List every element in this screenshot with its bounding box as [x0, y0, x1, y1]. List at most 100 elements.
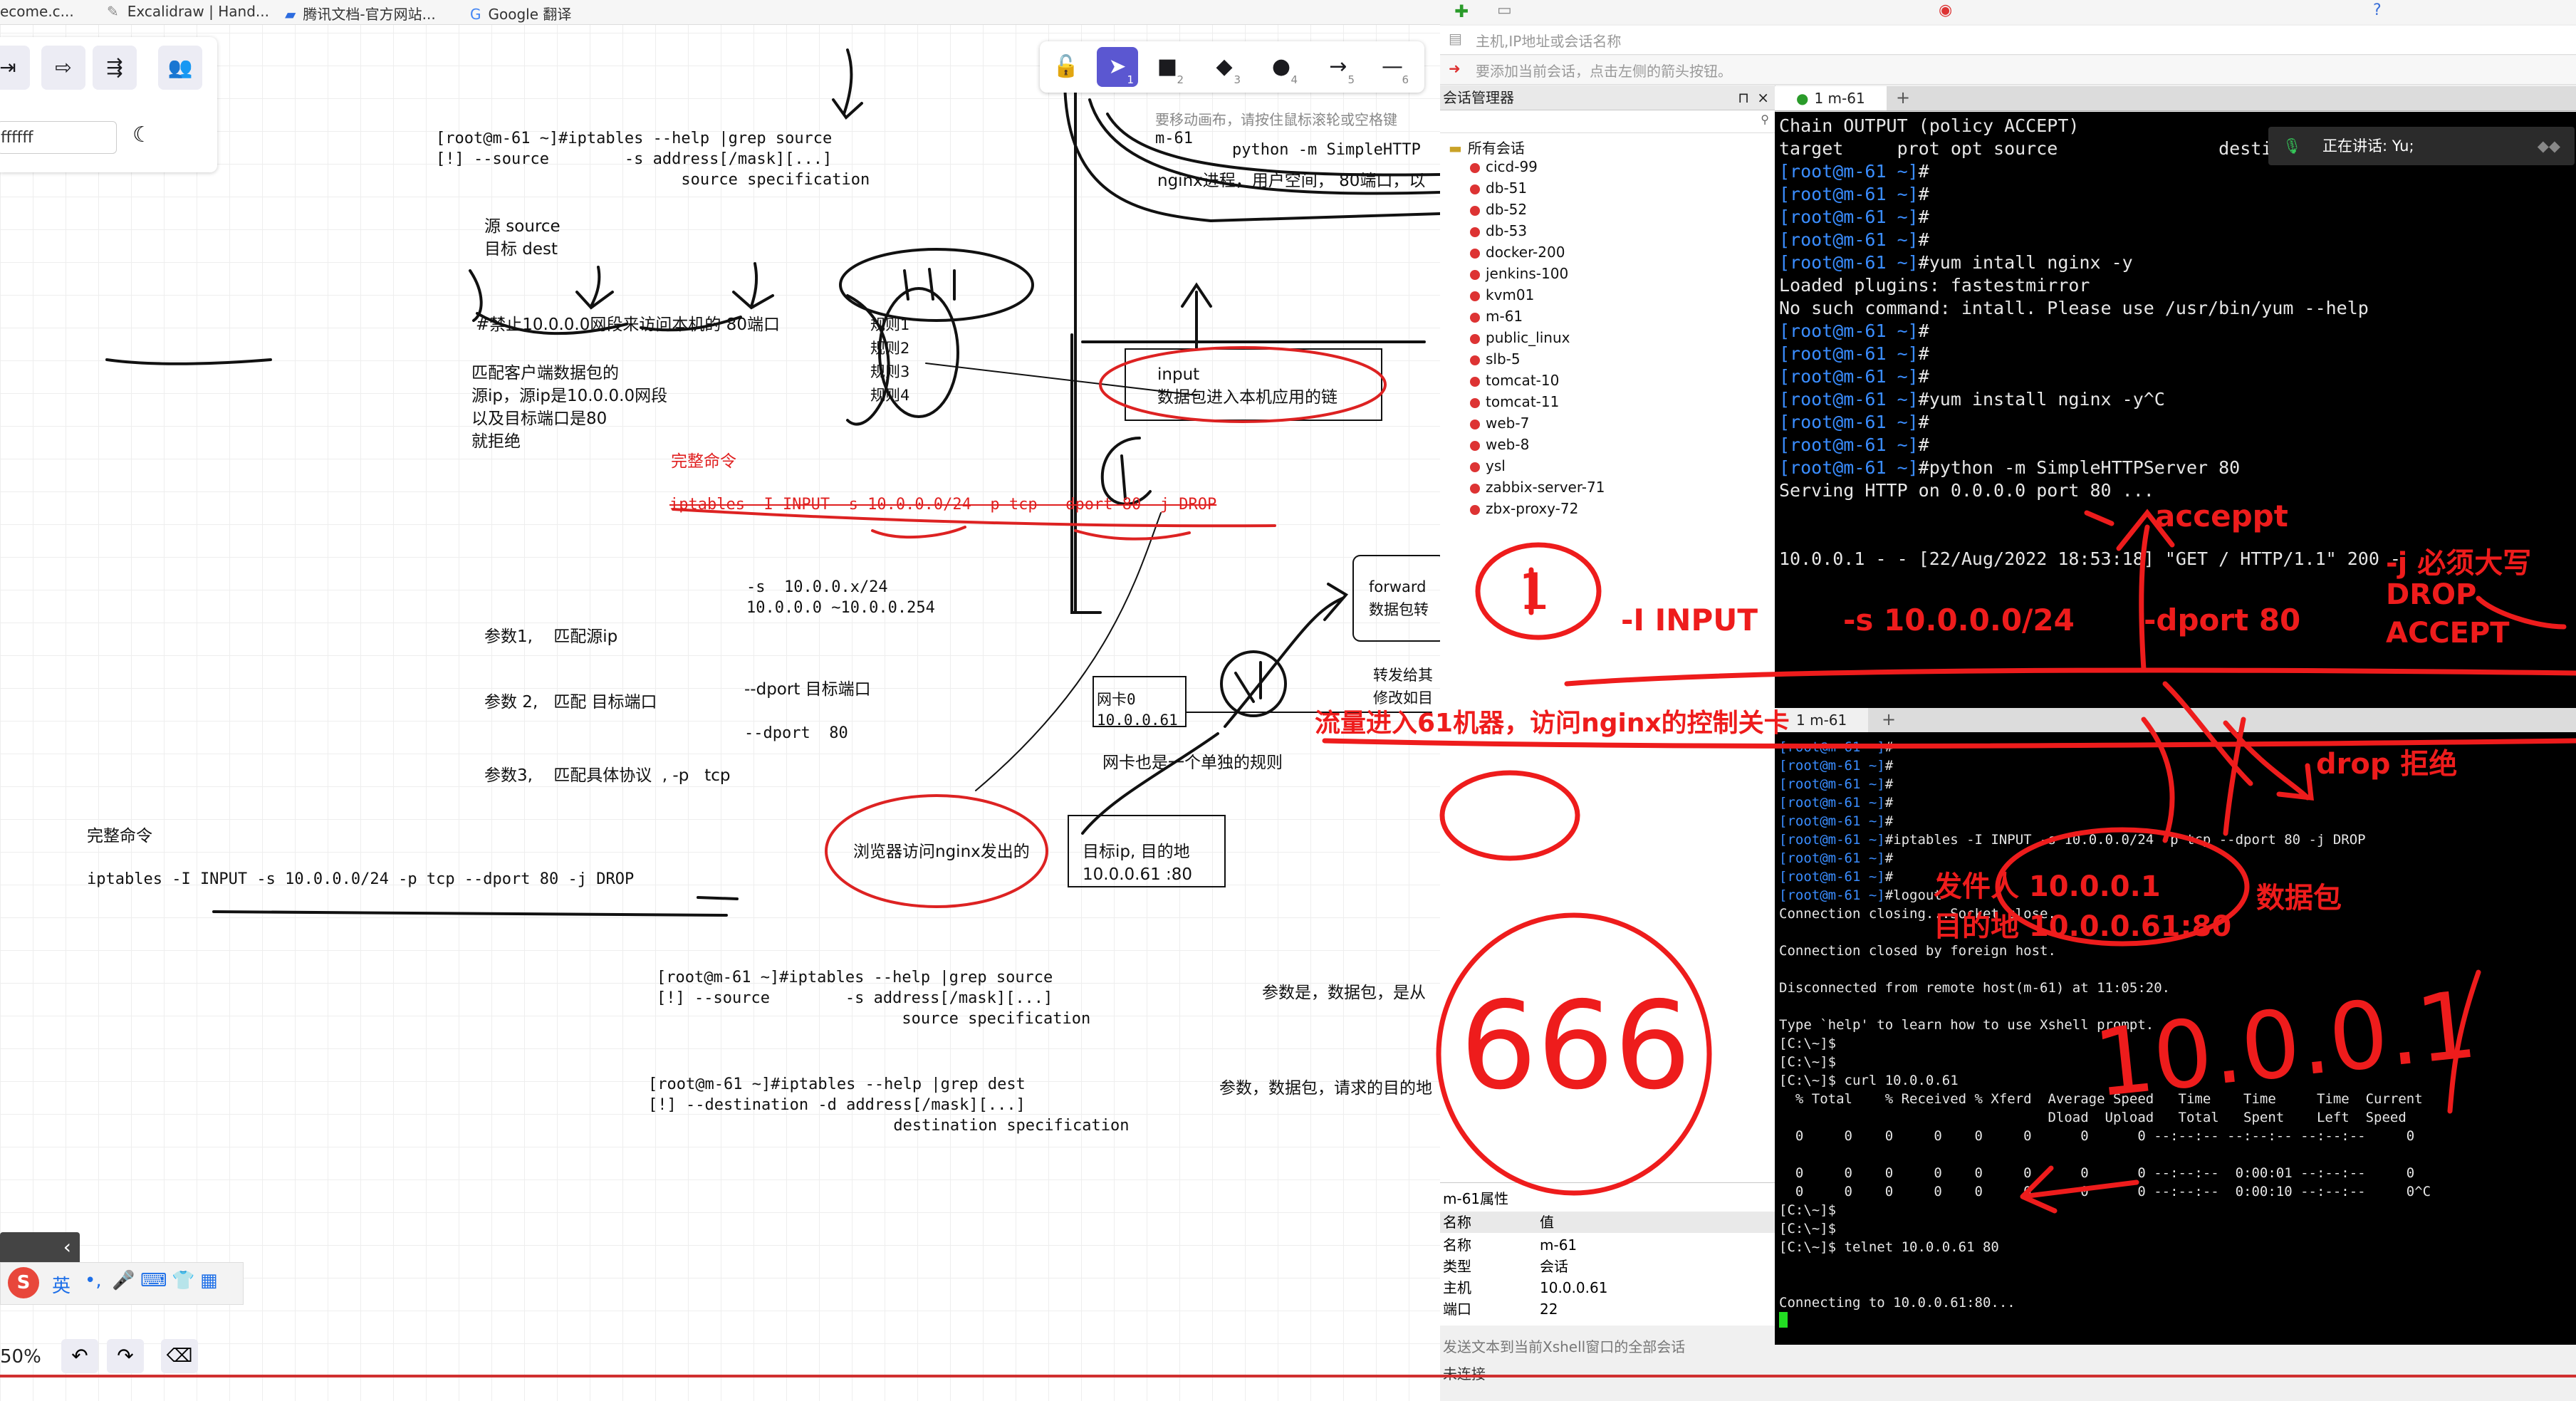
- text-dport-target[interactable]: --dport 目标端口: [744, 678, 871, 701]
- microphone-icon[interactable]: 🎤: [112, 1270, 135, 1291]
- rectangle-tool-button[interactable]: ■ 2: [1147, 47, 1188, 87]
- text-dport-80[interactable]: --dport 80: [744, 723, 848, 744]
- open-icon[interactable]: ⇥: [0, 46, 30, 90]
- text-nic0[interactable]: 网卡0 10.0.0.61: [1097, 689, 1178, 731]
- eraser-icon[interactable]: ⌫: [161, 1339, 198, 1373]
- text-python-server[interactable]: python -m SimpleHTTP: [1232, 140, 1421, 160]
- session-item[interactable]: m-61: [1470, 308, 1523, 325]
- pin-icon[interactable]: ⊓: [1738, 85, 1749, 110]
- keyboard-icon[interactable]: ⌨: [140, 1270, 167, 1291]
- session-name: cicd-99: [1486, 158, 1538, 175]
- text-help-source-2[interactable]: [root@m-61 ~]#iptables --help |grep sour…: [657, 967, 1090, 1029]
- punctuation-icon[interactable]: •,: [85, 1270, 102, 1291]
- annotation-accept: acceppt: [2155, 499, 2288, 533]
- new-session-icon[interactable]: ✚: [1454, 1, 1469, 21]
- text-param-3[interactable]: 参数3, 匹配具体协议 , -p tcp: [484, 764, 731, 787]
- redo-icon[interactable]: ↷: [107, 1339, 144, 1373]
- session-item[interactable]: db-52: [1470, 201, 1527, 218]
- text-nginx-process[interactable]: nginx进程，用户空间， 80端口，以: [1157, 170, 1425, 192]
- lock-tool-icon[interactable]: 🔓: [1045, 47, 1087, 87]
- ellipse-tool-button[interactable]: ● 4: [1261, 47, 1302, 87]
- terminal-line: Disconnected from remote host(m-61) at 1…: [1779, 980, 2171, 996]
- search-icon[interactable]: ⚲: [1761, 113, 1769, 126]
- dark-mode-icon[interactable]: ☾: [132, 123, 152, 147]
- text-rules[interactable]: 规则1 规则2 规则3 规则4: [870, 313, 909, 407]
- property-row[interactable]: 主机 10.0.0.61: [1440, 1277, 1775, 1298]
- property-row[interactable]: 类型 会话: [1440, 1256, 1775, 1277]
- open-folder-icon[interactable]: ▭: [1497, 1, 1512, 19]
- text-nic-rule[interactable]: 网卡也是一个单独的规则: [1102, 751, 1283, 774]
- collapse-panel[interactable]: ‹: [0, 1232, 80, 1265]
- text-source-range[interactable]: -s 10.0.0.x/24 10.0.0.0 ~10.0.0.254: [746, 577, 935, 618]
- line-tool-button[interactable]: —6: [1372, 47, 1413, 87]
- terminal-tabbar-2: 1 m-61 +: [1775, 708, 2576, 733]
- session-item[interactable]: jenkins-100: [1470, 265, 1568, 282]
- help-icon[interactable]: ?: [2373, 1, 2382, 19]
- annotation-drop: DROP: [2386, 578, 2477, 611]
- text-input-chain[interactable]: input 数据包进入本机应用的链: [1157, 363, 1337, 409]
- toolbox-icon[interactable]: ▦: [200, 1270, 218, 1291]
- text-full-command-label-2[interactable]: 完整命令: [87, 825, 152, 848]
- text-source-dest[interactable]: 源 source 目标 dest: [484, 215, 560, 261]
- add-tab-icon[interactable]: +: [1882, 709, 1896, 729]
- zoom-level[interactable]: 50%: [0, 1346, 41, 1368]
- text-forward-chain[interactable]: forward 数据包转: [1369, 575, 1429, 621]
- property-row[interactable]: 名称 m-61: [1440, 1234, 1775, 1256]
- diamond-tool-button[interactable]: ◆ 3: [1204, 47, 1245, 87]
- text-full-command-red[interactable]: iptables -I INPUT -s 10.0.0.0/24 -p tcp …: [669, 494, 1216, 515]
- session-item[interactable]: tomcat-10: [1470, 372, 1559, 389]
- text-help-dest[interactable]: [root@m-61 ~]#iptables --help |grep dest…: [648, 1074, 1130, 1136]
- host-input[interactable]: 主机,IP地址或会话名称: [1476, 30, 1621, 51]
- terminal-tab-1[interactable]: ● 1 m-61: [1775, 86, 1887, 110]
- arrow-hint-icon[interactable]: ➜: [1449, 60, 1461, 77]
- text-m61[interactable]: m-61: [1155, 128, 1193, 149]
- session-folder-all[interactable]: ▬ 所有会话: [1449, 137, 1525, 157]
- add-tab-icon[interactable]: +: [1896, 88, 1910, 108]
- session-item[interactable]: db-51: [1470, 179, 1527, 197]
- session-item[interactable]: cicd-99: [1470, 158, 1538, 175]
- undo-icon[interactable]: ↶: [61, 1339, 98, 1373]
- text-full-command[interactable]: iptables -I INPUT -s 10.0.0.0/24 -p tcp …: [87, 869, 634, 890]
- session-item[interactable]: zbx-proxy-72: [1470, 500, 1578, 517]
- send-text-hint[interactable]: 发送文本到当前Xshell窗口的全部会话: [1443, 1335, 1685, 1356]
- session-item[interactable]: docker-200: [1470, 244, 1565, 261]
- text-param-source[interactable]: 参数是，数据包，是从: [1262, 981, 1426, 1004]
- session-item[interactable]: slb-5: [1470, 350, 1521, 368]
- address-bar[interactable]: ▤ 主机,IP地址或会话名称: [1440, 26, 2576, 55]
- arrow-tool-button[interactable]: → 5: [1318, 47, 1359, 87]
- session-item[interactable]: tomcat-11: [1470, 393, 1559, 410]
- session-item[interactable]: public_linux: [1470, 329, 1570, 346]
- property-row[interactable]: 端口 22: [1440, 1298, 1775, 1320]
- close-icon[interactable]: ×: [1757, 85, 1769, 110]
- text-param-2[interactable]: 参数 2, 匹配 目标端口: [484, 691, 657, 714]
- text-browser-nginx[interactable]: 浏览器访问nginx发出的: [853, 840, 1030, 863]
- collaborate-icon[interactable]: 👥: [158, 46, 202, 90]
- text-ban-network[interactable]: #禁止10.0.0.0网段来访问本机的 80端口: [476, 313, 780, 336]
- terminal-cursor: [1779, 1312, 1788, 1328]
- selection-tool-button[interactable]: ➤ 1: [1097, 47, 1138, 87]
- session-status-icon: ●: [1796, 90, 1809, 107]
- properties-panel: m-61属性 名称 值 名称 m-61 类型 会话 主机 10.0.0.61 端口 22: [1440, 1182, 1775, 1326]
- export-icon[interactable]: ⇨: [41, 46, 85, 90]
- skin-icon[interactable]: 👕: [172, 1270, 194, 1291]
- export-image-icon[interactable]: ⇶: [93, 46, 137, 90]
- session-item[interactable]: kvm01: [1470, 286, 1534, 303]
- red-tool-icon[interactable]: ◉: [1939, 1, 1952, 19]
- terminal-line: [root@m-61 ~]#: [1779, 366, 1929, 387]
- text-help-source-1[interactable]: [root@m-61 ~]#iptables --help |grep sour…: [436, 128, 870, 190]
- session-item[interactable]: db-53: [1470, 222, 1527, 239]
- ime-mode[interactable]: 英: [52, 1271, 71, 1298]
- session-search-bar[interactable]: ⚲: [1440, 111, 1775, 133]
- session-item[interactable]: ysl: [1470, 457, 1506, 474]
- background-color-input[interactable]: ffffff: [0, 121, 117, 154]
- excalidraw-canvas[interactable]: ecome.c... ✎ Excalidraw | Hand... ▰ 腾讯文档-官…: [0, 0, 1440, 1401]
- session-item[interactable]: web-7: [1470, 415, 1529, 432]
- text-full-command-label[interactable]: 完整命令: [671, 450, 736, 473]
- text-match-packet[interactable]: 匹配客户端数据包的 源ip，源ip是10.0.0.0网段 以及目标端口是80 就…: [471, 362, 667, 453]
- session-item[interactable]: zabbix-server-71: [1470, 479, 1605, 496]
- text-param-1[interactable]: 参数1, 匹配源ip: [484, 625, 617, 648]
- session-item[interactable]: web-8: [1470, 436, 1529, 453]
- text-param-dest[interactable]: 参数，数据包，请求的目的地: [1219, 1077, 1432, 1100]
- text-dest-ip[interactable]: 目标ip, 目的地 10.0.0.61 :80: [1083, 840, 1192, 886]
- sogou-icon[interactable]: S: [8, 1267, 39, 1298]
